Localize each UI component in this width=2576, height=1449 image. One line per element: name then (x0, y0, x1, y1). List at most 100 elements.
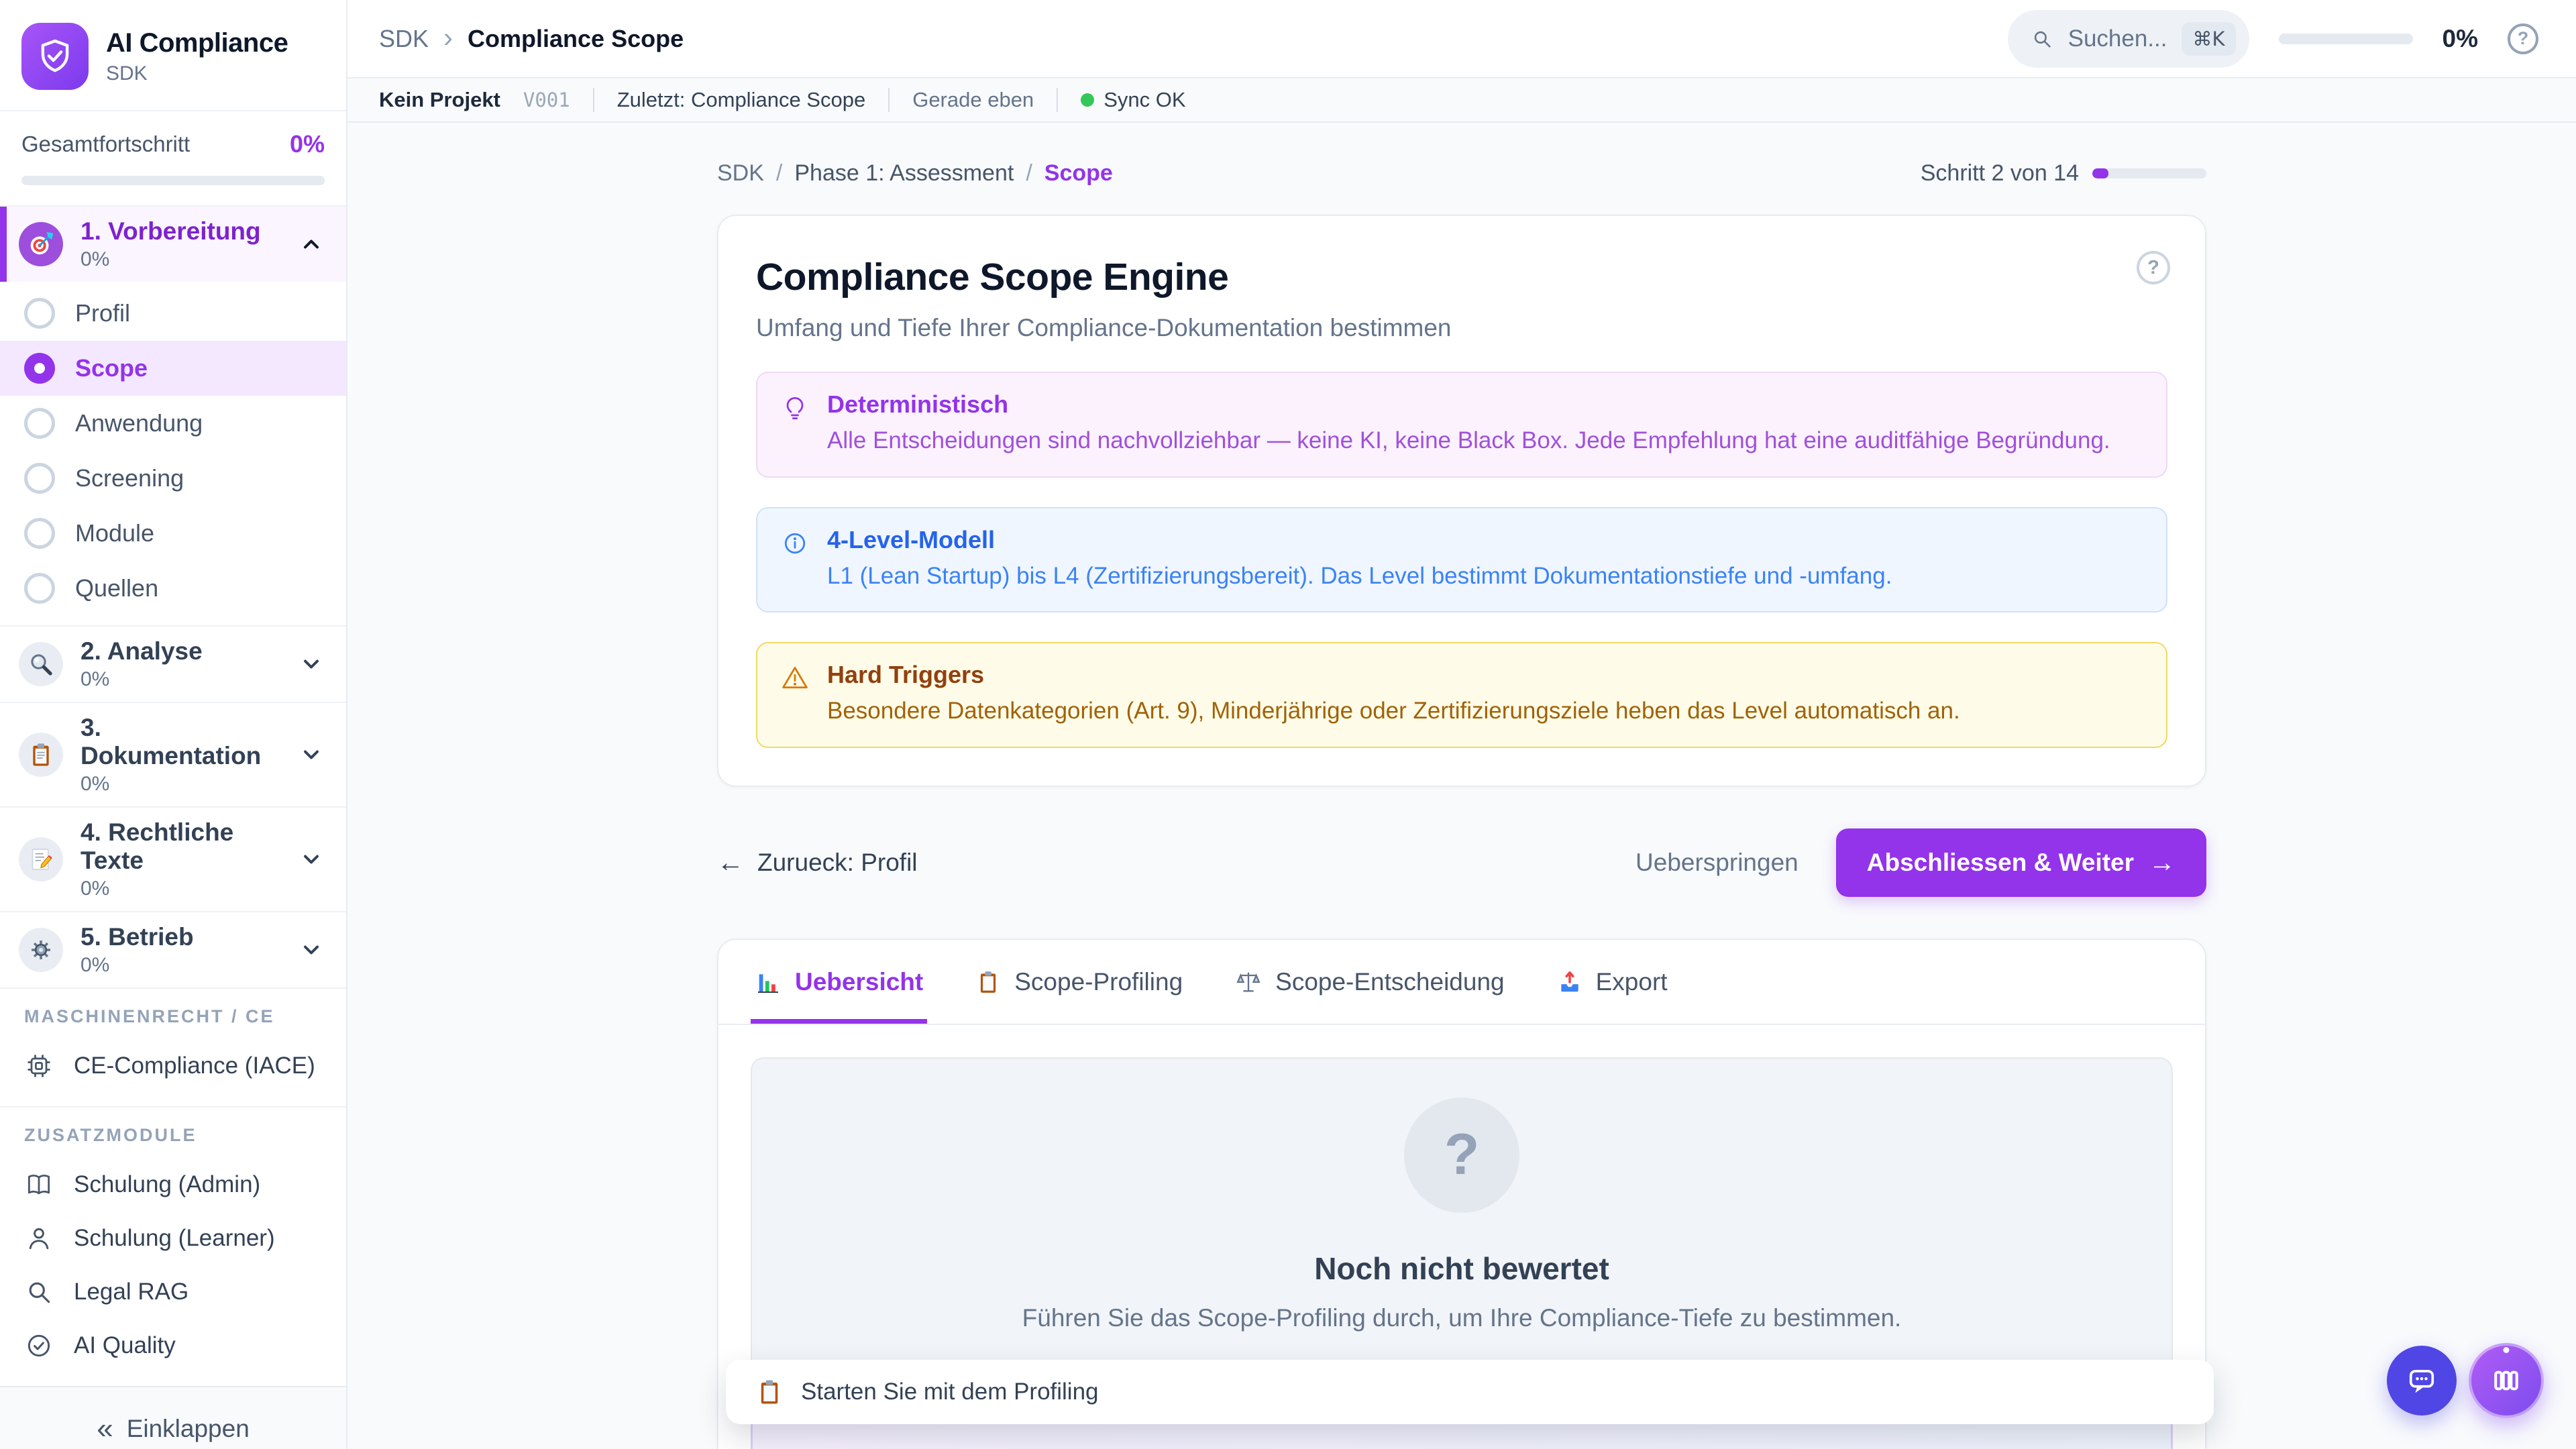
sidebar-item-quellen[interactable]: Quellen (0, 561, 346, 616)
memo-pencil-icon (19, 837, 63, 881)
sync-status: Sync OK (1081, 88, 1185, 112)
overall-progress-value: 0% (290, 130, 325, 158)
tab-uebersicht[interactable]: Uebersicht (751, 940, 927, 1024)
sidebar-item-anwendung[interactable]: Anwendung (0, 396, 346, 451)
topbar: SDK › Compliance Scope Suchen... ⌘K 0% ? (347, 0, 2576, 78)
tab-scope-entscheidung[interactable]: Scope-Entscheidung (1231, 940, 1508, 1024)
chip-icon (24, 1051, 54, 1081)
step-progress-track (2092, 168, 2206, 178)
search-icon (2031, 28, 2053, 50)
collapse-label: Einklappen (127, 1415, 250, 1443)
sync-label: Sync OK (1104, 88, 1185, 112)
sidebar-item-schulung-admin[interactable]: Schulung (Admin) (0, 1158, 346, 1212)
phase-label: 4. Rechtliche Texte (80, 818, 233, 874)
chevron-down-icon (299, 847, 323, 871)
tab-export[interactable]: Export (1553, 940, 1672, 1024)
check-circle-icon (24, 1331, 54, 1360)
collapse-sidebar-button[interactable]: « Einklappen (97, 1414, 250, 1444)
breadcrumb-root[interactable]: SDK (379, 25, 429, 53)
info-icon (780, 529, 810, 592)
lightbulb-icon (780, 393, 810, 456)
chevron-down-icon (299, 743, 323, 767)
card-help-icon[interactable]: ? (2137, 251, 2170, 284)
page-title: Compliance Scope Engine (756, 255, 2167, 299)
sidebar-phase-dokumentation[interactable]: 3. Dokumentation 0% (0, 702, 346, 806)
sidebar-phase-analyse[interactable]: 2. Analyse 0% (0, 625, 346, 702)
project-name: Kein Projekt (379, 88, 500, 112)
phase-nav: 1. Vorbereitung 0% Profil Scope (0, 207, 346, 987)
breadcrumb-sdk[interactable]: SDK (717, 160, 764, 186)
chevron-down-icon (299, 938, 323, 962)
step-label: Schritt 2 von 14 (1921, 160, 2079, 186)
section-header: MASCHINENRECHT / CE (0, 1006, 346, 1027)
next-label: Abschliessen & Weiter (1867, 849, 2134, 877)
last-saved-label: Zuletzt: Compliance Scope (617, 88, 865, 112)
topbar-progress-value: 0% (2443, 25, 2478, 53)
toast-text: Starten Sie mit dem Profiling (801, 1379, 1099, 1405)
chevron-down-icon (299, 652, 323, 676)
breadcrumb-current: Scope (1044, 160, 1113, 186)
sync-ok-dot-icon (1081, 93, 1094, 107)
sidebar-phase-betrieb[interactable]: 5. Betrieb 0% (0, 911, 346, 987)
sidebar-item-screening[interactable]: Screening (0, 451, 346, 506)
keyboard-shortcut-badge: ⌘K (2182, 22, 2235, 56)
sidebar-item-schulung-learner[interactable]: Schulung (Learner) (0, 1212, 346, 1265)
app-subtitle: SDK (106, 62, 288, 85)
content-breadcrumb: SDK / Phase 1: Assessment / Scope (717, 160, 1113, 186)
engine-card: Compliance Scope Engine Umfang und Tiefe… (717, 215, 2206, 787)
radio-empty-icon (24, 298, 55, 329)
sidebar-item-label: Schulung (Admin) (74, 1171, 260, 1198)
board-fab-button[interactable] (2469, 1343, 2544, 1418)
breadcrumb-current: Compliance Scope (468, 25, 684, 53)
magnifier-icon (19, 642, 63, 686)
sidebar-item-scope[interactable]: Scope (0, 341, 346, 396)
note-hard-triggers: Hard Triggers Besondere Datenkategorien … (756, 642, 2167, 748)
clipboard-icon (755, 1378, 784, 1406)
breadcrumb: SDK › Compliance Scope (379, 25, 684, 53)
note-title: Deterministisch (827, 390, 2110, 419)
sidebar-item-module[interactable]: Module (0, 506, 346, 561)
help-icon[interactable]: ? (2508, 23, 2538, 54)
section-maschinenrecht: MASCHINENRECHT / CE CE-Compliance (IACE) (0, 987, 346, 1106)
section-header: ZUSATZMODULE (0, 1125, 346, 1146)
empty-state-text: Führen Sie das Scope-Profiling durch, um… (1022, 1304, 1902, 1332)
subitem-label: Scope (75, 354, 148, 382)
content-scroll[interactable]: SDK / Phase 1: Assessment / Scope Schrit… (347, 123, 2576, 1449)
sidebar-item-profil[interactable]: Profil (0, 286, 346, 341)
skip-button[interactable]: Ueberspringen (1635, 849, 1799, 877)
phase-percent: 0% (80, 773, 282, 796)
radio-empty-icon (24, 518, 55, 549)
phase-label-wrap: 1. Vorbereitung 0% (80, 217, 282, 271)
warning-icon (780, 663, 810, 727)
breadcrumb-phase[interactable]: Phase 1: Assessment (794, 160, 1014, 186)
step-indicator: Schritt 2 von 14 (1921, 160, 2206, 186)
app-window: AI Compliance SDK Gesamtfortschritt 0% (0, 0, 2576, 1449)
sidebar: AI Compliance SDK Gesamtfortschritt 0% (0, 0, 347, 1449)
sidebar-item-ce-compliance[interactable]: CE-Compliance (IACE) (0, 1039, 346, 1093)
subitem-label: Anwendung (75, 409, 203, 437)
floating-buttons (2387, 1343, 2544, 1418)
sidebar-item-label: CE-Compliance (IACE) (74, 1053, 315, 1079)
sidebar-item-ai-quality[interactable]: AI Quality (0, 1319, 346, 1373)
columns-icon (2488, 1362, 2524, 1399)
profiling-toast: Starten Sie mit dem Profiling (726, 1360, 2214, 1424)
topbar-right: Suchen... ⌘K 0% ? (2008, 10, 2538, 68)
export-tray-icon (1557, 969, 1582, 995)
search-input[interactable]: Suchen... ⌘K (2008, 10, 2249, 68)
back-button[interactable]: ← Zurueck: Profil (717, 849, 918, 877)
sidebar-item-legal-rag[interactable]: Legal RAG (0, 1265, 346, 1319)
sidebar-phase-vorbereitung[interactable]: 1. Vorbereitung 0% (0, 207, 346, 282)
phase-percent: 0% (80, 248, 282, 271)
tab-scope-profiling[interactable]: Scope-Profiling (971, 940, 1187, 1024)
back-label: Zurueck: Profil (757, 849, 918, 877)
overall-progress: Gesamtfortschritt 0% (0, 111, 346, 207)
finish-and-next-button[interactable]: Abschliessen & Weiter → (1836, 828, 2206, 897)
tab-label: Export (1596, 968, 1668, 996)
chat-fab-button[interactable] (2387, 1346, 2457, 1415)
empty-state: ? Noch nicht bewertet Führen Sie das Sco… (751, 1057, 2173, 1373)
version-badge: V001 (523, 89, 570, 111)
sidebar-phase-rechtliche-texte[interactable]: 4. Rechtliche Texte 0% (0, 806, 346, 911)
search-placeholder: Suchen... (2068, 25, 2167, 52)
note-text: Alle Entscheidungen sind nachvollziehbar… (827, 425, 2110, 456)
subitem-label: Module (75, 519, 154, 547)
